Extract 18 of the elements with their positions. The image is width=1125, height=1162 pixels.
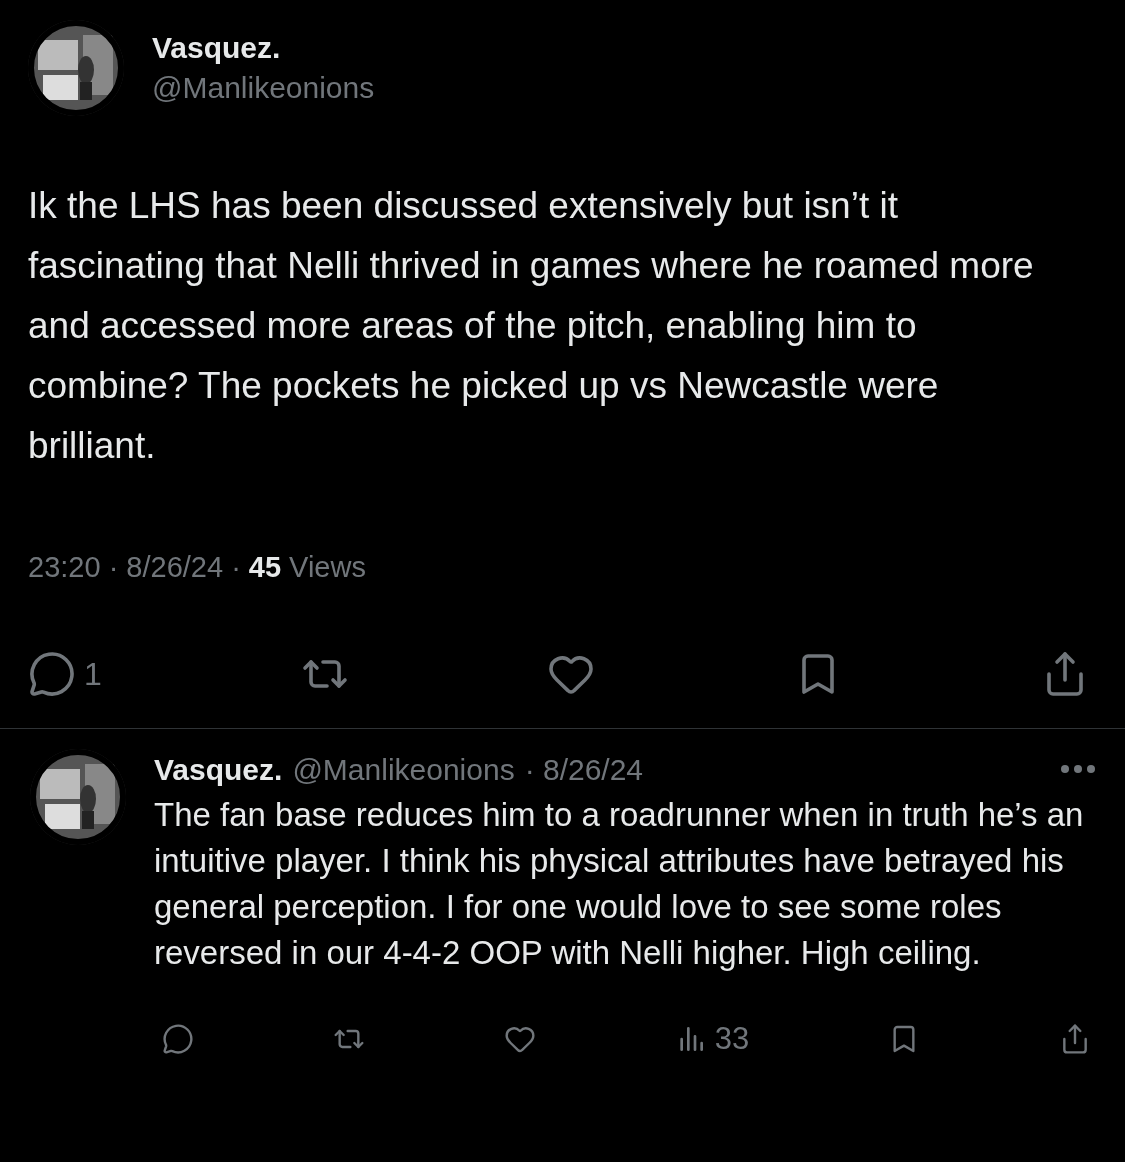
more-button[interactable] <box>1061 765 1095 773</box>
views-label: Views <box>289 550 366 585</box>
tweet-timestamp: 23:20 · 8/26/24 · <box>28 550 241 585</box>
view-count: 45 <box>248 550 282 585</box>
reply-date: · 8/26/24 <box>524 751 644 788</box>
tweet-text: Ik the LHS has been discussed extensively but isn’t it fascinating that Nelli thrived in games where he roamed more and accessed more areas of the pitch, enabling him to combine? The pockets he picked up vs Newcastle were brilliant. <box>28 184 1035 468</box>
author-name: Vasquez. <box>152 30 282 66</box>
reply-icon <box>28 649 76 698</box>
reply-button[interactable] <box>28 649 76 698</box>
author-name: Vasquez. <box>154 751 283 788</box>
action-count: 1 <box>84 654 102 694</box>
action-count: 33 <box>714 1019 750 1058</box>
reply-button[interactable] <box>162 1022 194 1055</box>
author-handle: @Manlikeonions <box>292 751 515 788</box>
reply-icon <box>162 1022 194 1055</box>
author-handle: @Manlikeonions <box>152 70 375 106</box>
more-icon <box>1061 765 1095 773</box>
reply-text: The fan base reduces him to a roadrunner when in truth he’s an intuitive player. I think his physical attributes have betrayed his general perception. I for one would love to see some roles reversed in our 4-4-2 OOP with Nelli higher. High ceiling. <box>154 794 1085 973</box>
